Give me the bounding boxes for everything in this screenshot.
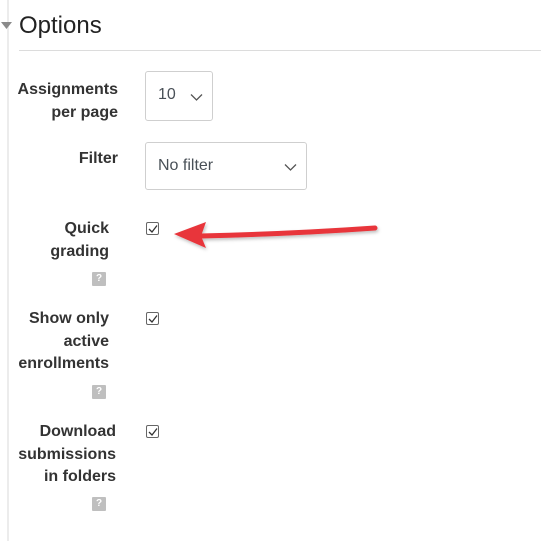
label-line: active bbox=[63, 332, 109, 350]
checkmark-icon bbox=[148, 225, 158, 233]
section-title[interactable]: Options bbox=[19, 12, 102, 40]
label-line: in folders bbox=[43, 468, 116, 485]
label-line: Download bbox=[39, 423, 116, 440]
filter-label: Filter bbox=[79, 148, 118, 171]
download-submissions-in-folders-label: Download submissions in folders bbox=[18, 421, 116, 489]
checkmark-icon bbox=[148, 428, 158, 436]
fieldset-left-border bbox=[7, 0, 9, 541]
quick-grading-label: Quick grading bbox=[50, 218, 109, 263]
label-line: enrollments bbox=[18, 355, 109, 372]
label-line: Quick bbox=[64, 220, 109, 237]
label-line: submissions bbox=[18, 445, 116, 463]
label-line: Show only bbox=[29, 310, 109, 327]
assignments-per-page-label: Assignments per page bbox=[18, 79, 118, 124]
red-arrow-icon bbox=[174, 222, 378, 248]
section-divider bbox=[19, 50, 541, 51]
quick-grading-checkbox[interactable] bbox=[146, 222, 159, 235]
select-value: 10 bbox=[158, 86, 176, 103]
label-line: Assignments bbox=[17, 81, 118, 98]
help-icon[interactable]: ? bbox=[92, 497, 106, 511]
select-value: No filter bbox=[158, 157, 214, 174]
download-submissions-in-folders-checkbox[interactable] bbox=[146, 425, 159, 438]
label-line: Filter bbox=[78, 150, 118, 167]
label-line: per page bbox=[51, 103, 118, 121]
caret-down-icon[interactable] bbox=[1, 22, 12, 30]
help-icon[interactable]: ? bbox=[92, 272, 106, 286]
show-only-active-enrollments-label: Show only active enrollments bbox=[18, 308, 109, 376]
chevron-down-icon bbox=[284, 164, 297, 171]
checkmark-icon bbox=[148, 315, 158, 323]
show-only-active-enrollments-checkbox[interactable] bbox=[146, 312, 159, 325]
filter-select[interactable]: No filter bbox=[145, 142, 307, 190]
label-line: grading bbox=[50, 242, 109, 260]
assignments-per-page-select[interactable]: 10 bbox=[145, 71, 213, 121]
help-icon[interactable]: ? bbox=[92, 385, 106, 399]
chevron-down-icon bbox=[190, 94, 203, 101]
